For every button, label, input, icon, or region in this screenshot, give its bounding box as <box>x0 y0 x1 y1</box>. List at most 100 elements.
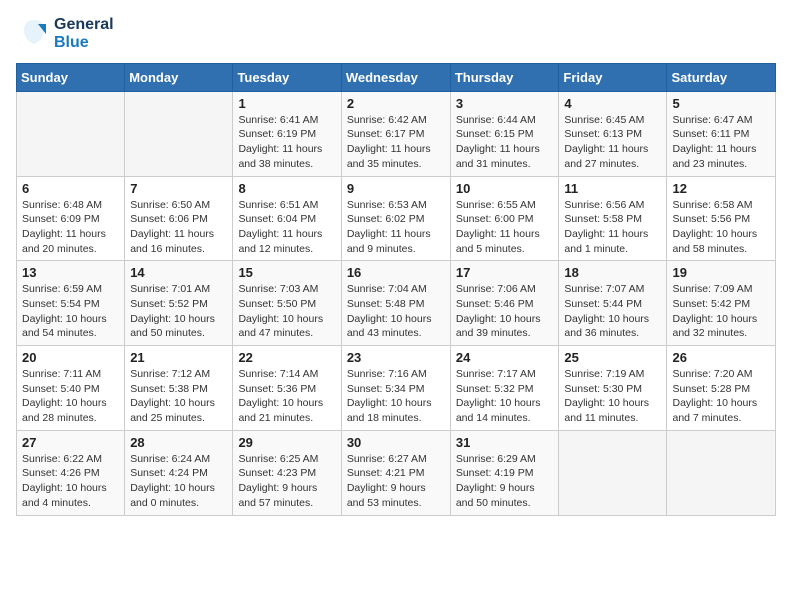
day-number: 5 <box>672 96 770 111</box>
calendar-cell: 15Sunrise: 7:03 AM Sunset: 5:50 PM Dayli… <box>233 261 341 346</box>
logo: General Blue <box>16 16 114 53</box>
calendar-cell: 17 Sunrise: 7:06 AM Sunset: 5:46 PM Dayli… <box>450 261 559 346</box>
calendar-cell: 6 Sunrise: 6:48 AM Sunset: 6:09 PM Daylig… <box>17 176 125 261</box>
day-content: Sunrise: 6:44 AM Sunset: 6:15 PM Dayligh… <box>456 113 554 172</box>
weekday-header-wednesday: Wednesday <box>341 63 450 91</box>
calendar-cell <box>17 91 125 176</box>
calendar-week-4: 20Sunrise: 7:11 AM Sunset: 5:40 PM Dayli… <box>17 346 776 431</box>
day-content: Sunrise: 7:09 AM Sunset: 5:42 PM Dayligh… <box>672 282 770 341</box>
logo-general-text: General <box>54 16 114 34</box>
calendar-cell <box>667 430 776 515</box>
weekday-header-sunday: Sunday <box>17 63 125 91</box>
calendar-cell: 26 Sunrise: 7:20 AM Sunset: 5:28 PM Dayli… <box>667 346 776 431</box>
day-number: 26 <box>672 350 770 365</box>
day-number: 24 <box>456 350 554 365</box>
day-number: 9 <box>347 181 445 196</box>
day-content: Sunrise: 7:07 AM Sunset: 5:44 PM Dayligh… <box>564 282 661 341</box>
day-number: 7 <box>130 181 227 196</box>
day-number: 18 <box>564 265 661 280</box>
weekday-header-friday: Friday <box>559 63 667 91</box>
weekday-header-thursday: Thursday <box>450 63 559 91</box>
calendar-week-1: 1Sunrise: 6:41 AM Sunset: 6:19 PM Daylig… <box>17 91 776 176</box>
day-content: Sunrise: 7:19 AM Sunset: 5:30 PM Dayligh… <box>564 367 661 426</box>
day-number: 29 <box>238 435 335 450</box>
day-content: Sunrise: 6:27 AM Sunset: 4:21 PM Dayligh… <box>347 452 445 511</box>
calendar-week-2: 6 Sunrise: 6:48 AM Sunset: 6:09 PM Daylig… <box>17 176 776 261</box>
day-number: 25 <box>564 350 661 365</box>
calendar-cell: 29 Sunrise: 6:25 AM Sunset: 4:23 PM Dayli… <box>233 430 341 515</box>
calendar-cell: 13 Sunrise: 6:59 AM Sunset: 5:54 PM Dayli… <box>17 261 125 346</box>
day-content: Sunrise: 7:14 AM Sunset: 5:36 PM Dayligh… <box>238 367 335 426</box>
calendar-cell: 7 Sunrise: 6:50 AM Sunset: 6:06 PM Daylig… <box>125 176 233 261</box>
day-content: Sunrise: 6:59 AM Sunset: 5:54 PM Dayligh… <box>22 282 119 341</box>
day-content: Sunrise: 7:17 AM Sunset: 5:32 PM Dayligh… <box>456 367 554 426</box>
day-content: Sunrise: 6:42 AM Sunset: 6:17 PM Dayligh… <box>347 113 445 172</box>
day-number: 14 <box>130 265 227 280</box>
weekday-header-tuesday: Tuesday <box>233 63 341 91</box>
day-number: 16 <box>347 265 445 280</box>
calendar-cell: 25 Sunrise: 7:19 AM Sunset: 5:30 PM Dayli… <box>559 346 667 431</box>
page-header: General Blue <box>16 16 776 53</box>
calendar-cell <box>125 91 233 176</box>
day-number: 31 <box>456 435 554 450</box>
calendar-cell: 1Sunrise: 6:41 AM Sunset: 6:19 PM Daylig… <box>233 91 341 176</box>
day-number: 6 <box>22 181 119 196</box>
day-content: Sunrise: 6:25 AM Sunset: 4:23 PM Dayligh… <box>238 452 335 511</box>
calendar-cell: 16Sunrise: 7:04 AM Sunset: 5:48 PM Dayli… <box>341 261 450 346</box>
calendar-cell: 4 Sunrise: 6:45 AM Sunset: 6:13 PM Daylig… <box>559 91 667 176</box>
day-content: Sunrise: 6:24 AM Sunset: 4:24 PM Dayligh… <box>130 452 227 511</box>
day-content: Sunrise: 6:53 AM Sunset: 6:02 PM Dayligh… <box>347 198 445 257</box>
day-content: Sunrise: 7:06 AM Sunset: 5:46 PM Dayligh… <box>456 282 554 341</box>
calendar-cell: 18 Sunrise: 7:07 AM Sunset: 5:44 PM Dayli… <box>559 261 667 346</box>
day-content: Sunrise: 6:55 AM Sunset: 6:00 PM Dayligh… <box>456 198 554 257</box>
calendar-cell: 3Sunrise: 6:44 AM Sunset: 6:15 PM Daylig… <box>450 91 559 176</box>
day-number: 22 <box>238 350 335 365</box>
day-number: 13 <box>22 265 119 280</box>
weekday-header-monday: Monday <box>125 63 233 91</box>
day-number: 17 <box>456 265 554 280</box>
calendar-cell: 14Sunrise: 7:01 AM Sunset: 5:52 PM Dayli… <box>125 261 233 346</box>
day-content: Sunrise: 6:29 AM Sunset: 4:19 PM Dayligh… <box>456 452 554 511</box>
calendar-cell: 23 Sunrise: 7:16 AM Sunset: 5:34 PM Dayli… <box>341 346 450 431</box>
calendar-cell: 21Sunrise: 7:12 AM Sunset: 5:38 PM Dayli… <box>125 346 233 431</box>
calendar-cell: 30Sunrise: 6:27 AM Sunset: 4:21 PM Dayli… <box>341 430 450 515</box>
day-content: Sunrise: 6:56 AM Sunset: 5:58 PM Dayligh… <box>564 198 661 257</box>
day-content: Sunrise: 6:47 AM Sunset: 6:11 PM Dayligh… <box>672 113 770 172</box>
calendar-cell: 20Sunrise: 7:11 AM Sunset: 5:40 PM Dayli… <box>17 346 125 431</box>
calendar-cell: 28 Sunrise: 6:24 AM Sunset: 4:24 PM Dayli… <box>125 430 233 515</box>
day-content: Sunrise: 7:16 AM Sunset: 5:34 PM Dayligh… <box>347 367 445 426</box>
calendar-cell: 8Sunrise: 6:51 AM Sunset: 6:04 PM Daylig… <box>233 176 341 261</box>
logo-svg-icon <box>16 16 52 52</box>
day-number: 4 <box>564 96 661 111</box>
calendar-cell <box>559 430 667 515</box>
day-number: 10 <box>456 181 554 196</box>
calendar-cell: 19 Sunrise: 7:09 AM Sunset: 5:42 PM Dayli… <box>667 261 776 346</box>
day-number: 28 <box>130 435 227 450</box>
day-content: Sunrise: 6:58 AM Sunset: 5:56 PM Dayligh… <box>672 198 770 257</box>
day-number: 20 <box>22 350 119 365</box>
day-content: Sunrise: 6:45 AM Sunset: 6:13 PM Dayligh… <box>564 113 661 172</box>
day-content: Sunrise: 6:51 AM Sunset: 6:04 PM Dayligh… <box>238 198 335 257</box>
weekday-header-saturday: Saturday <box>667 63 776 91</box>
calendar-cell: 9 Sunrise: 6:53 AM Sunset: 6:02 PM Daylig… <box>341 176 450 261</box>
calendar-cell: 27 Sunrise: 6:22 AM Sunset: 4:26 PM Dayli… <box>17 430 125 515</box>
day-number: 2 <box>347 96 445 111</box>
calendar-cell: 22 Sunrise: 7:14 AM Sunset: 5:36 PM Dayli… <box>233 346 341 431</box>
calendar-week-3: 13 Sunrise: 6:59 AM Sunset: 5:54 PM Dayli… <box>17 261 776 346</box>
day-content: Sunrise: 6:50 AM Sunset: 6:06 PM Dayligh… <box>130 198 227 257</box>
calendar-table: SundayMondayTuesdayWednesdayThursdayFrid… <box>16 63 776 516</box>
logo-blue-text: Blue <box>54 34 114 52</box>
day-content: Sunrise: 6:48 AM Sunset: 6:09 PM Dayligh… <box>22 198 119 257</box>
calendar-cell: 5 Sunrise: 6:47 AM Sunset: 6:11 PM Daylig… <box>667 91 776 176</box>
day-number: 21 <box>130 350 227 365</box>
day-content: Sunrise: 7:20 AM Sunset: 5:28 PM Dayligh… <box>672 367 770 426</box>
calendar-cell: 10 Sunrise: 6:55 AM Sunset: 6:00 PM Dayli… <box>450 176 559 261</box>
calendar-cell: 11 Sunrise: 6:56 AM Sunset: 5:58 PM Dayli… <box>559 176 667 261</box>
calendar-cell: 24 Sunrise: 7:17 AM Sunset: 5:32 PM Dayli… <box>450 346 559 431</box>
day-number: 23 <box>347 350 445 365</box>
day-number: 27 <box>22 435 119 450</box>
day-number: 11 <box>564 181 661 196</box>
day-content: Sunrise: 6:22 AM Sunset: 4:26 PM Dayligh… <box>22 452 119 511</box>
day-number: 19 <box>672 265 770 280</box>
calendar-cell: 2 Sunrise: 6:42 AM Sunset: 6:17 PM Daylig… <box>341 91 450 176</box>
